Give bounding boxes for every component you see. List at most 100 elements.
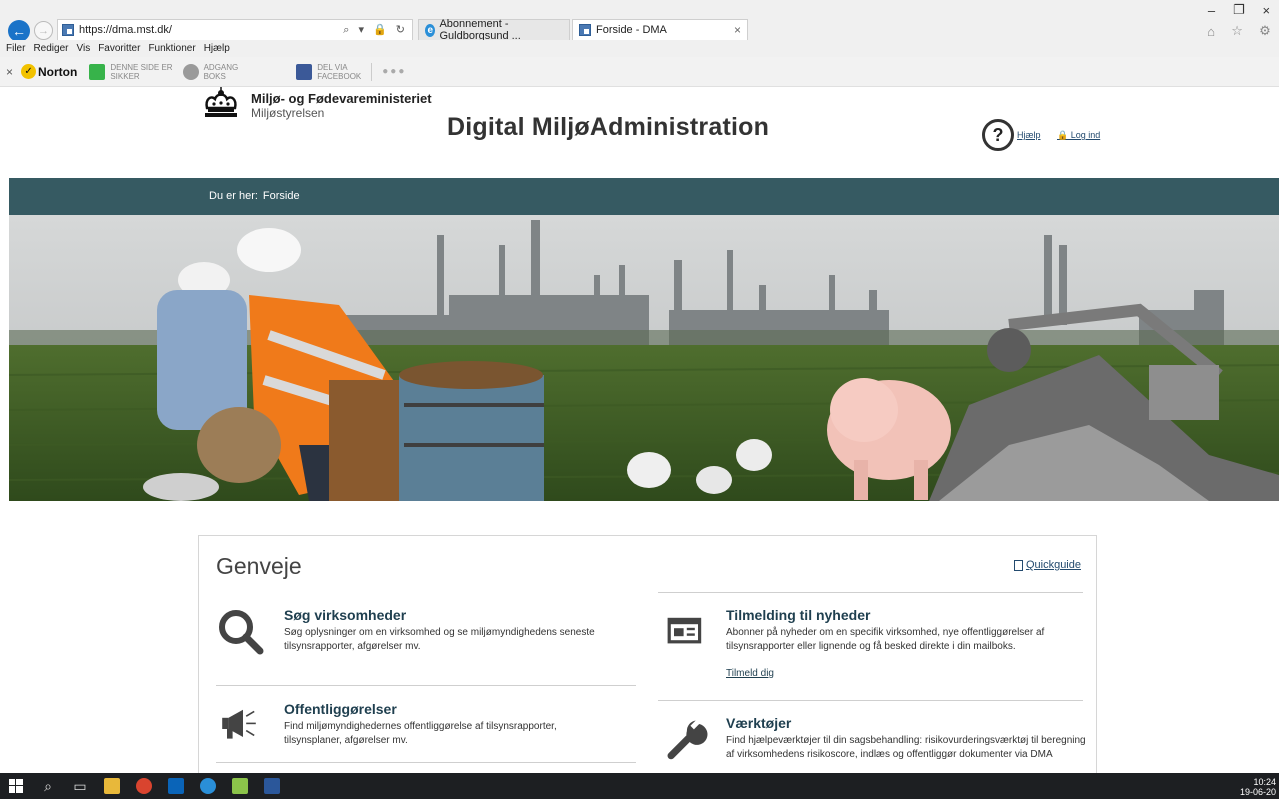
- menu-item-vis[interactable]: Vis: [76, 43, 90, 54]
- ministry-name: Miljø- og Fødevareministeriet: [251, 91, 432, 106]
- share-facebook-button[interactable]: DEL VIA FACEBOOK: [296, 63, 361, 81]
- outlook-button[interactable]: [160, 773, 192, 799]
- share-line1: DEL VIA: [317, 62, 348, 72]
- ministry-logo[interactable]: Miljø- og Fødevareministeriet Miljøstyre…: [199, 87, 432, 121]
- arrow-left-icon: ←: [12, 23, 26, 39]
- windows-taskbar: ⌕ ▭ 10:24 19-06-20: [0, 773, 1279, 799]
- chrome-button[interactable]: [128, 773, 160, 799]
- agency-name: Miljøstyrelsen: [251, 106, 325, 120]
- shortcut-title[interactable]: Tilmelding til nyheder: [726, 607, 870, 623]
- folder-icon: [104, 778, 120, 794]
- newspaper-icon: [667, 617, 702, 644]
- ie-icon: [200, 778, 216, 794]
- minimize-icon[interactable]: –: [1208, 3, 1215, 18]
- norton-toolbar: × ✓ Norton DENNE SIDE ER SIKKER ADGANG BOK…: [0, 57, 1279, 87]
- login-link[interactable]: 🔒 Log ind: [1057, 130, 1100, 141]
- safe-check-icon: [89, 63, 106, 80]
- site-favicon-icon: [579, 24, 591, 36]
- address-bar[interactable]: https://dma.mst.dk/ ⌕ ▾ 🔒 ↻: [57, 19, 413, 41]
- norton-check-icon: ✓: [21, 64, 37, 79]
- breadcrumb-prefix: Du er her:: [209, 190, 258, 202]
- search-button[interactable]: ⌕: [32, 773, 64, 799]
- shortcuts-title: Genveje: [216, 553, 302, 579]
- chrome-icon: [136, 778, 152, 794]
- settings-gear-icon[interactable]: ⚙: [1259, 23, 1271, 39]
- menu-item-favoritter[interactable]: Favoritter: [98, 43, 140, 54]
- tab-abonnement[interactable]: e Abonnement - Guldborgsund ...: [418, 18, 570, 42]
- vault-icon: [182, 63, 199, 80]
- breadcrumb-bar: Du er her: Forside: [9, 178, 1279, 215]
- tab-forside-dma[interactable]: Forside - DMA ×: [572, 19, 748, 41]
- menu-item-hjaelp[interactable]: Hjælp: [204, 43, 230, 54]
- shortcut-title[interactable]: Søg virksomheder: [284, 607, 406, 623]
- notes-app-button[interactable]: [224, 773, 256, 799]
- breadcrumb-current: Forside: [262, 190, 300, 202]
- crown-icon: [205, 87, 237, 117]
- file-explorer-button[interactable]: [96, 773, 128, 799]
- search-icon: ⌕: [44, 777, 52, 794]
- shortcut-tools[interactable]: Værktøjer Find hjælpeværktøjer til din s…: [658, 715, 1086, 773]
- address-tools[interactable]: ⌕ ▾ 🔒 ↻: [343, 23, 408, 37]
- shortcut-description: Find miljømyndighedernes offentliggørels…: [284, 721, 557, 746]
- site-favicon-icon: [62, 24, 74, 36]
- browser-tools: ⌂ ☆ ⚙: [1199, 22, 1279, 40]
- clock-time: 10:24: [1253, 777, 1276, 787]
- close-window-icon[interactable]: ×: [1262, 3, 1270, 18]
- facebook-icon: [296, 63, 313, 80]
- shortcut-description: Find hjælpeværktøjer til din sagsbehandl…: [726, 735, 1086, 760]
- back-button[interactable]: ←: [8, 20, 30, 42]
- ie-page-icon: e: [425, 23, 436, 37]
- task-view-icon: ▭: [73, 777, 87, 794]
- shortcut-description: Søg oplysninger om en virksomhed og se m…: [284, 627, 595, 652]
- window-controls: – ❐ ×: [1199, 0, 1279, 20]
- norton-button[interactable]: ✓ Norton: [21, 64, 77, 79]
- divider: [658, 592, 1083, 593]
- start-button[interactable]: [0, 773, 32, 799]
- shortcut-description: Abonner på nyheder om en specifik virkso…: [726, 627, 1045, 652]
- shortcut-title[interactable]: Værktøjer: [726, 715, 791, 731]
- tab-close-icon[interactable]: ×: [734, 23, 741, 37]
- outlook-icon: [168, 778, 184, 794]
- word-button[interactable]: [256, 773, 288, 799]
- arrow-right-icon: →: [38, 24, 49, 37]
- system-clock[interactable]: 10:24 19-06-20: [1240, 777, 1276, 797]
- shortcut-news-subscription[interactable]: Tilmelding til nyheder Abonner på nyhede…: [658, 607, 1083, 697]
- safe-line2: SIKKER: [110, 71, 140, 81]
- task-view-button[interactable]: ▭: [64, 773, 96, 799]
- toolbar-close-icon[interactable]: ×: [6, 65, 13, 79]
- hero-banner-image: [9, 215, 1279, 501]
- shortcuts-panel: Genveje Quickguide Søg virksomheder Søg …: [198, 535, 1097, 773]
- quickguide-link[interactable]: Quickguide: [1013, 559, 1081, 571]
- notes-icon: [232, 778, 248, 794]
- favorites-star-icon[interactable]: ☆: [1231, 23, 1243, 39]
- internet-explorer-button[interactable]: [192, 773, 224, 799]
- access-box-button[interactable]: ADGANG BOKS: [182, 63, 238, 81]
- address-row: ← → https://dma.mst.dk/ ⌕ ▾ 🔒 ↻ e Abonne…: [0, 0, 1279, 42]
- norton-label: Norton: [38, 64, 78, 79]
- menu-item-rediger[interactable]: Rediger: [33, 43, 68, 54]
- tab-label: Forside - DMA: [596, 24, 667, 36]
- safe-page-button[interactable]: DENNE SIDE ER SIKKER: [89, 62, 173, 81]
- clock-date: 19-06-20: [1239, 787, 1276, 797]
- page-content: Miljø- og Fødevareministeriet Miljøstyre…: [9, 87, 1279, 773]
- pdf-icon: [1013, 559, 1023, 571]
- menu-item-funktioner[interactable]: Funktioner: [148, 43, 195, 54]
- divider: [216, 685, 636, 686]
- more-options-icon[interactable]: ●●●: [382, 66, 406, 77]
- shortcut-publications[interactable]: Offentliggørelser Find miljømyndighedern…: [216, 701, 636, 761]
- megaphone-icon: [222, 709, 256, 739]
- toolbar-separator: [371, 62, 373, 81]
- help-link[interactable]: Hjælp: [1017, 130, 1041, 140]
- restore-icon[interactable]: ❐: [1233, 2, 1245, 18]
- shortcut-search-companies[interactable]: Søg virksomheder Søg oplysninger om en v…: [216, 607, 636, 677]
- shortcut-title[interactable]: Offentliggørelser: [284, 701, 397, 717]
- help-icon[interactable]: ?: [982, 119, 1014, 151]
- site-title: Digital MiljøAdministration: [447, 113, 770, 141]
- safe-line1: DENNE SIDE ER: [110, 62, 173, 72]
- forward-button[interactable]: →: [34, 21, 53, 40]
- address-url[interactable]: https://dma.mst.dk/: [79, 24, 172, 36]
- menu-item-filer[interactable]: Filer: [6, 43, 25, 54]
- home-icon[interactable]: ⌂: [1207, 24, 1215, 39]
- subscribe-link[interactable]: Tilmeld dig: [726, 668, 774, 679]
- quickguide-label: Quickguide: [1025, 559, 1081, 571]
